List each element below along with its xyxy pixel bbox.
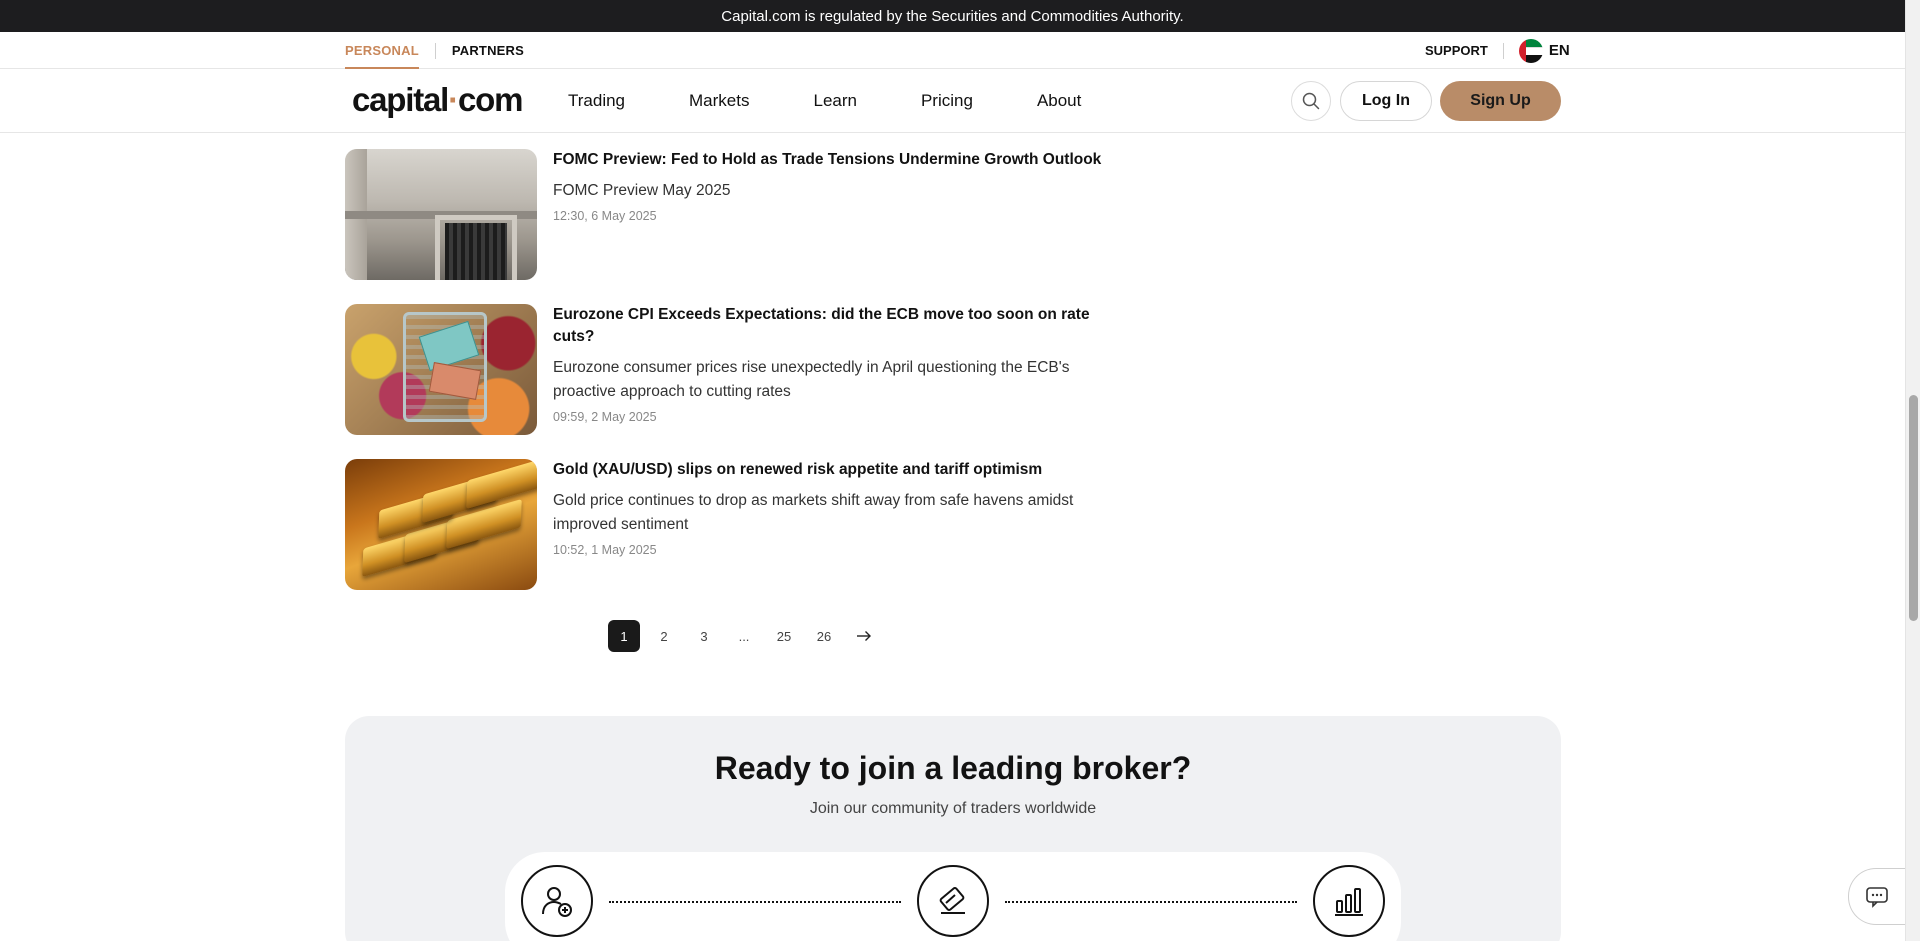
article-title[interactable]: Eurozone CPI Exceeds Expectations: did t… [553,304,1133,348]
page-1[interactable]: 1 [608,620,640,652]
cta-subtitle: Join our community of traders worldwide [809,800,1097,817]
regulation-text: Capital.com is regulated by the Securiti… [721,7,1184,25]
regulation-banner: Capital.com is regulated by the Securiti… [0,0,1905,32]
nav-item-learn[interactable]: Learn [813,91,856,111]
logo-text-left: capital [352,81,449,118]
article-summary: Eurozone consumer prices rise unexpected… [553,359,1070,400]
article-thumbnail[interactable] [345,304,537,435]
article-summary: Gold price continues to drop as markets … [553,492,1074,533]
bar-chart-icon [1313,865,1385,937]
chat-icon [1866,886,1888,908]
nav-item-markets[interactable]: Markets [689,91,749,111]
support-link[interactable]: SUPPORT [1425,43,1488,58]
logo-text-right: com [457,81,523,118]
article-date: 10:52, 1 May 2025 [553,543,657,557]
article-thumbnail[interactable] [345,459,537,590]
page-2[interactable]: 2 [648,620,680,652]
page-25[interactable]: 25 [768,620,800,652]
audience-tabs: PERSONAL PARTNERS [345,32,524,69]
step-connector [1005,901,1297,903]
scrollbar-thumb[interactable] [1909,395,1918,621]
page-3[interactable]: 3 [688,620,720,652]
next-page-button[interactable] [848,620,880,652]
page-ellipsis: ... [738,628,750,644]
main-header: capital·com Trading Markets Learn Pricin… [0,69,1905,133]
article-thumbnail[interactable] [345,149,537,280]
page-26[interactable]: 26 [808,620,840,652]
article-item[interactable]: FOMC Preview: Fed to Hold as Trade Tensi… [345,149,1125,280]
logo-dot: · [448,81,459,118]
article-text: FOMC Preview: Fed to Hold as Trade Tensi… [553,149,1133,223]
chat-button[interactable] [1848,868,1905,925]
user-add-icon [521,865,593,937]
language-label: EN [1548,42,1570,59]
page-scrollbar[interactable] [1905,0,1920,941]
article-item[interactable]: Gold (XAU/USD) slips on renewed risk app… [345,459,1125,590]
uae-flag-icon [1518,38,1543,63]
pagination: 1 2 3 ... 25 26 [608,620,888,652]
article-text: Gold (XAU/USD) slips on renewed risk app… [553,459,1133,557]
arrow-right-icon [857,631,871,641]
tab-personal[interactable]: PERSONAL [345,32,419,69]
article-title[interactable]: Gold (XAU/USD) slips on renewed risk app… [553,459,1133,481]
nav-item-pricing[interactable]: Pricing [921,91,973,111]
signup-button[interactable]: Sign Up [1440,81,1561,121]
login-button[interactable]: Log In [1340,81,1432,121]
search-button[interactable] [1291,81,1331,121]
tab-partners[interactable]: PARTNERS [452,32,524,69]
sub-header: PERSONAL PARTNERS SUPPORT EN [0,32,1905,69]
onboarding-steps [505,852,1401,941]
step-connector [609,901,901,903]
language-selector[interactable]: EN [1518,38,1570,63]
article-summary: FOMC Preview May 2025 [553,182,731,199]
utility-divider [1502,42,1504,59]
article-date: 12:30, 6 May 2025 [553,209,657,223]
article-title[interactable]: FOMC Preview: Fed to Hold as Trade Tensi… [553,149,1133,171]
tab-divider [434,42,436,59]
nav-item-about[interactable]: About [1037,91,1081,111]
cta-title: Ready to join a leading broker? [714,750,1192,786]
article-date: 09:59, 2 May 2025 [553,410,657,424]
capital-com-logo[interactable]: capital·com [352,81,523,119]
join-broker-section: Ready to join a leading broker? Join our… [345,716,1561,941]
nav-item-trading[interactable]: Trading [568,91,625,111]
article-item[interactable]: Eurozone CPI Exceeds Expectations: did t… [345,304,1125,435]
utility-links: SUPPORT EN [1425,32,1570,69]
main-nav: Trading Markets Learn Pricing About [568,69,1145,133]
article-list: FOMC Preview: Fed to Hold as Trade Tensi… [345,149,1125,614]
search-icon [1302,92,1320,110]
article-text: Eurozone CPI Exceeds Expectations: did t… [553,304,1133,424]
verify-card-icon [917,865,989,937]
